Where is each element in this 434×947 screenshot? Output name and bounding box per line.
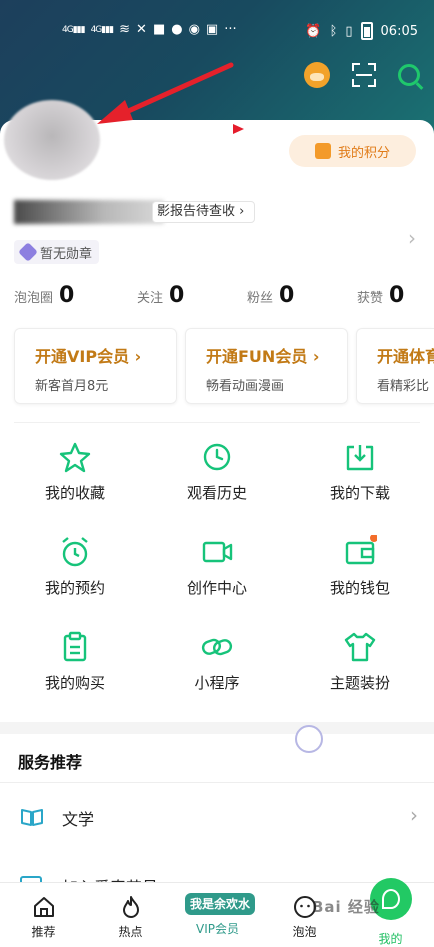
service-item-literature[interactable]: 文学 › [0, 795, 434, 839]
signal-icon-2: 4G▮▮▮ [90, 24, 115, 35]
flame-icon [122, 896, 139, 918]
clipboard-icon [63, 631, 87, 662]
alarm-status-icon: ⏰ [305, 23, 322, 39]
clock-icon [203, 443, 231, 471]
mascot-avatar-icon[interactable] [304, 62, 330, 88]
grid-item-themes[interactable]: 主题装扮 [290, 630, 430, 693]
grid-item-creator-center[interactable]: 创作中心 [147, 535, 287, 598]
section-gap [0, 722, 434, 734]
watermark: Bai 经验 [312, 898, 380, 916]
signal-icon: 4G▮▮▮ [62, 24, 86, 35]
wifi-icon: ≋ [119, 22, 131, 37]
chevron-right-icon: › [410, 803, 418, 827]
avatar[interactable] [4, 100, 100, 180]
tab-recommend[interactable]: 推荐 [0, 883, 87, 942]
battery-icon [360, 22, 373, 40]
red-pointer-icon [233, 124, 244, 134]
search-icon[interactable] [398, 64, 420, 86]
more-notifications-icon: ··· [224, 22, 237, 37]
bluetooth-icon: ᛒ [329, 23, 338, 39]
grid-item-downloads[interactable]: 我的下载 [290, 440, 430, 503]
video-camera-icon [202, 541, 233, 563]
stat-following[interactable]: 关注 0 [137, 283, 184, 308]
download-icon [346, 445, 374, 471]
stats-row: 泡泡圈 0 关注 0 粉丝 0 获赞 0 [0, 283, 434, 311]
stat-bubble-circle[interactable]: 泡泡圈 0 [14, 283, 74, 308]
stat-fans[interactable]: 粉丝 0 [247, 283, 294, 308]
promo-vip[interactable]: 开通VIP会员 › 新客首月8元 [14, 328, 177, 404]
profile-chevron-icon[interactable]: › [408, 226, 416, 250]
services-divider [0, 782, 434, 783]
username-blurred [14, 200, 164, 224]
stat-likes[interactable]: 获赞 0 [357, 283, 404, 308]
grid-item-reservations[interactable]: 我的预约 [5, 535, 145, 598]
points-label: 我的积分 [338, 145, 391, 161]
grid-item-purchases[interactable]: 我的购买 [5, 630, 145, 693]
report-link[interactable]: 影报告待查收 › [152, 201, 256, 223]
promo-sports[interactable]: 开通体育 看精彩比 [356, 328, 434, 404]
book-icon [21, 809, 43, 826]
star-icon [59, 442, 91, 473]
clock-time: 06:05 [380, 23, 418, 39]
points-button[interactable]: 我的积分 [289, 135, 416, 167]
grid-item-favorites[interactable]: 我的收藏 [5, 440, 145, 503]
calendar-icon [315, 143, 331, 159]
app-notification-icon-2: ▣ [205, 22, 219, 37]
loading-spinner [295, 725, 323, 753]
app-notification-icon: ◉ [188, 22, 200, 37]
report-text: 影报告待查收 [157, 204, 236, 219]
link-icon [201, 638, 233, 656]
shirt-icon [344, 632, 376, 662]
square-icon: ■ [152, 22, 166, 37]
vip-badge: 我是余欢水 [185, 893, 256, 915]
grid-item-mini-programs[interactable]: 小程序 [147, 630, 287, 693]
home-icon [33, 897, 54, 917]
services-title: 服务推荐 [18, 753, 83, 772]
medal-icon [18, 242, 38, 262]
wallet-icon [345, 535, 377, 565]
alarm-icon [62, 537, 88, 567]
missed-call-icon: ✕ [136, 22, 147, 37]
scan-icon[interactable] [352, 63, 376, 87]
divider [14, 422, 420, 423]
status-bar: 4G▮▮▮ 4G▮▮▮ ≋ ✕ ■ ● ◉ ▣ ··· ⏰ ᛒ ▯ 06:05 [0, 22, 434, 42]
medal-label: 暂无勋章 [40, 246, 93, 262]
vibrate-icon: ▯ [345, 23, 353, 39]
promo-fun[interactable]: 开通FUN会员 › 畅看动画漫画 [185, 328, 348, 404]
medal-badge[interactable]: 暂无勋章 [14, 240, 100, 264]
grid-item-wallet[interactable]: 我的钱包 [290, 535, 430, 598]
red-arrow-annotation [97, 62, 234, 124]
message-icon: ● [171, 22, 183, 37]
grid-item-history[interactable]: 观看历史 [147, 440, 287, 503]
tab-hot[interactable]: 热点 [87, 883, 174, 942]
